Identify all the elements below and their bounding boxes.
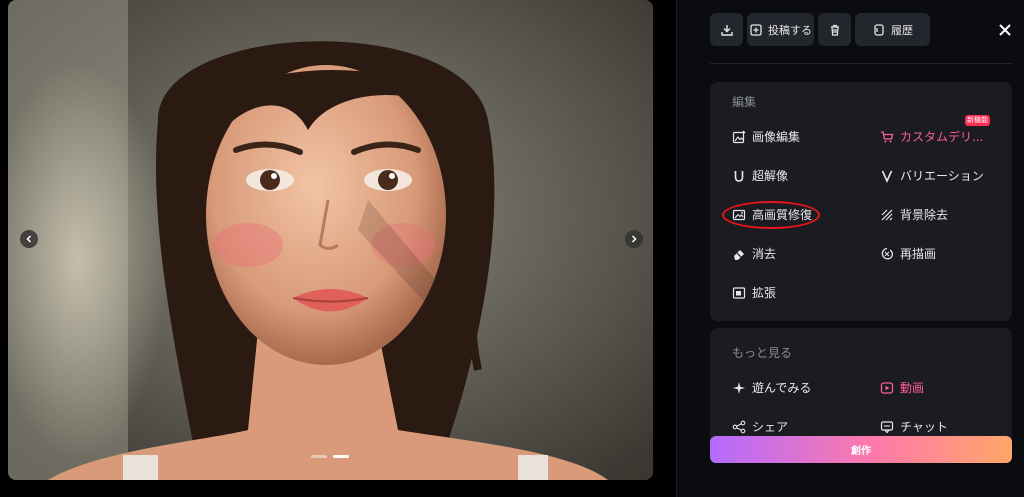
close-icon[interactable] — [997, 22, 1013, 38]
redraw-label: 再描画 — [900, 247, 937, 261]
custom-delivery-button[interactable]: カスタムデリ... — [880, 128, 983, 145]
chevron-right-icon — [631, 235, 637, 243]
chat-button[interactable]: チャット — [880, 418, 948, 435]
image-edit-label: 画像編集 — [752, 130, 801, 144]
image-edit-icon — [732, 130, 746, 143]
action-toolbar: 投稿する 履歴 — [710, 13, 930, 46]
edit-section: 編集 新機能 画像編集 カスタムデリ... 超解像 バリエーション 高画質修復 … — [710, 82, 1012, 321]
slide-dot[interactable] — [311, 455, 327, 458]
history-label: 履歴 — [891, 23, 913, 37]
image-edit-button[interactable]: 画像編集 — [732, 128, 800, 145]
generated-portrait-image — [8, 0, 653, 480]
expand-icon — [732, 286, 746, 299]
custom-delivery-label: カスタムデリ... — [900, 130, 984, 144]
next-image-button[interactable] — [625, 230, 643, 248]
image-viewer — [8, 0, 653, 480]
video-icon — [880, 381, 894, 394]
image-restore-icon — [732, 209, 746, 220]
create-button[interactable]: 創作 — [710, 436, 1012, 463]
play-button[interactable]: 遊んでみる — [732, 379, 811, 396]
sparkle-icon — [733, 381, 745, 394]
post-label: 投稿する — [768, 23, 812, 37]
background-remove-icon — [881, 209, 893, 220]
chat-icon — [880, 420, 894, 433]
share-icon — [732, 420, 746, 433]
image-restore-label: 高画質修復 — [752, 208, 813, 222]
share-label: シェア — [752, 420, 789, 434]
slide-dot-active[interactable] — [333, 455, 349, 458]
download-button[interactable] — [710, 13, 743, 46]
variation-label: バリエーション — [900, 169, 984, 183]
history-icon — [874, 23, 884, 36]
background-remove-button[interactable]: 背景除去 — [880, 206, 948, 223]
edit-section-title: 編集 — [732, 95, 757, 109]
eraser-icon — [734, 249, 744, 260]
previous-image-button[interactable] — [20, 230, 38, 248]
background-remove-label: 背景除去 — [900, 208, 949, 222]
video-button[interactable]: 動画 — [880, 379, 924, 396]
expand-label: 拡張 — [752, 286, 777, 300]
history-button[interactable]: 履歴 — [855, 13, 930, 46]
redraw-button[interactable]: 再描画 — [880, 245, 936, 262]
chevron-left-icon — [26, 235, 32, 243]
super-resolution-label: 超解像 — [752, 169, 789, 183]
trash-icon — [830, 24, 839, 36]
app-root: 投稿する 履歴 編集 新機能 画像編集 カスタムデリ... 超解像 バリエーショ… — [0, 0, 1024, 497]
erase-button[interactable]: 消去 — [732, 245, 776, 262]
more-section: もっと見る 遊んでみる 動画 シェア チャット — [710, 328, 1012, 448]
variation-icon — [881, 170, 893, 183]
image-restore-button[interactable]: 高画質修復 — [732, 206, 812, 223]
video-label: 動画 — [900, 381, 925, 395]
plus-square-icon — [750, 23, 762, 36]
super-resolution-button[interactable]: 超解像 — [732, 167, 788, 184]
chat-label: チャット — [900, 420, 948, 434]
slide-indicator — [311, 455, 349, 458]
post-button[interactable]: 投稿する — [747, 13, 814, 46]
cart-icon — [881, 130, 894, 142]
play-label: 遊んでみる — [752, 381, 812, 395]
more-section-title: もっと見る — [732, 346, 793, 360]
share-button[interactable]: シェア — [732, 418, 788, 435]
expand-button[interactable]: 拡張 — [732, 284, 776, 301]
upscale-icon — [734, 170, 744, 182]
toolbar-divider — [710, 63, 1012, 64]
variation-button[interactable]: バリエーション — [880, 167, 984, 184]
redraw-icon — [881, 247, 893, 259]
delete-button[interactable] — [818, 13, 851, 46]
side-panel: 投稿する 履歴 編集 新機能 画像編集 カスタムデリ... 超解像 バリエーショ… — [677, 0, 1024, 497]
erase-label: 消去 — [752, 247, 777, 261]
download-icon — [720, 24, 733, 36]
new-feature-badge: 新機能 — [965, 115, 990, 126]
